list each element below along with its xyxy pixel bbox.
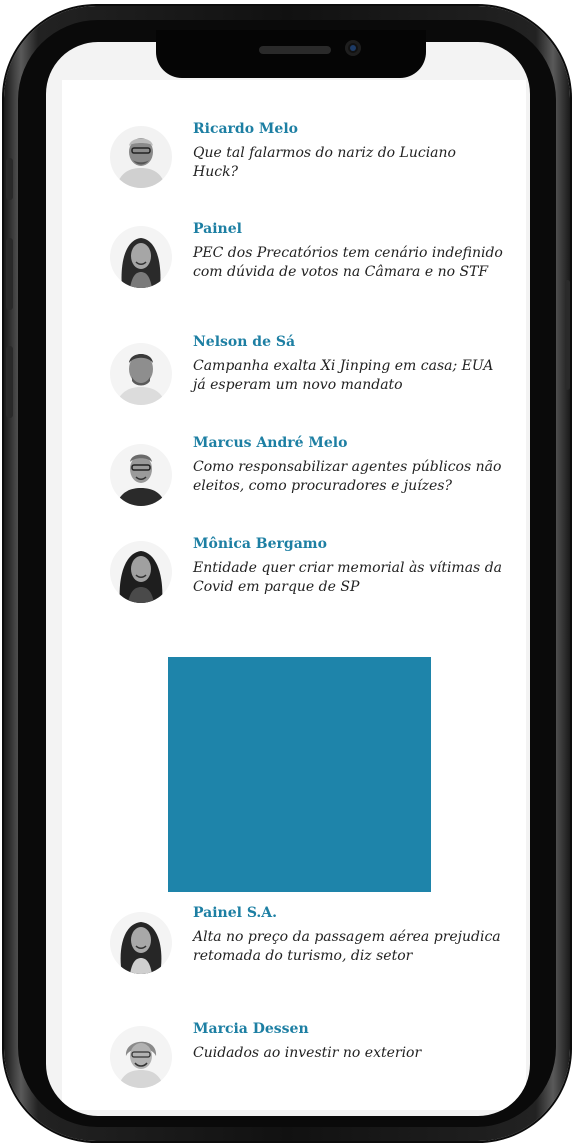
headline-link[interactable]: Cuidados ao investir no exterior <box>193 1044 503 1063</box>
monica-bergamo-avatar[interactable] <box>110 541 172 603</box>
portrait-icon <box>110 343 172 405</box>
columnist-name[interactable]: Nelson de Sá <box>193 333 295 351</box>
portrait-icon <box>110 444 172 506</box>
columnists-list: Ricardo Melo Que tal falarmos do nariz d… <box>62 80 526 1110</box>
speaker-grille <box>259 46 331 54</box>
phone-notch <box>156 30 426 78</box>
marcia-dessen-avatar[interactable] <box>110 1026 172 1088</box>
headline-link[interactable]: Que tal falarmos do nariz do Luciano Huc… <box>193 144 503 181</box>
power-button <box>565 280 570 390</box>
headline-link[interactable]: Como responsabilizar agentes públicos nã… <box>193 458 503 495</box>
headline-link[interactable]: PEC dos Precatórios tem cenário indefini… <box>193 244 503 281</box>
volume-down-button <box>6 346 13 418</box>
phone-screen: Ricardo Melo Que tal falarmos do nariz d… <box>46 42 530 1116</box>
columnist-name[interactable]: Marcus André Melo <box>193 434 347 452</box>
headline-link[interactable]: Entidade quer criar memorial às vítimas … <box>193 559 503 596</box>
front-camera-icon <box>345 40 361 56</box>
portrait-icon <box>110 126 172 188</box>
portrait-icon <box>110 226 172 288</box>
columnist-name[interactable]: Painel S.A. <box>193 904 277 922</box>
marcus-andre-melo-avatar[interactable] <box>110 444 172 506</box>
portrait-icon <box>110 541 172 603</box>
columnist-name[interactable]: Marcia Dessen <box>193 1020 309 1038</box>
advertisement-block[interactable] <box>168 657 431 892</box>
portrait-icon <box>110 912 172 974</box>
columnist-name[interactable]: Mônica Bergamo <box>193 535 327 553</box>
columnist-name[interactable]: Ricardo Melo <box>193 120 298 138</box>
columnist-name[interactable]: Painel <box>193 220 242 238</box>
mute-switch <box>6 158 13 200</box>
portrait-icon <box>110 1026 172 1088</box>
nelson-de-sa-avatar[interactable] <box>110 343 172 405</box>
headline-link[interactable]: Campanha exalta Xi Jinping em casa; EUA … <box>193 357 503 394</box>
painel-sa-avatar[interactable] <box>110 912 172 974</box>
ricardo-melo-avatar[interactable] <box>110 126 172 188</box>
headline-link[interactable]: Alta no preço da passagem aérea prejudic… <box>193 928 503 965</box>
volume-up-button <box>6 238 13 310</box>
painel-avatar[interactable] <box>110 226 172 288</box>
